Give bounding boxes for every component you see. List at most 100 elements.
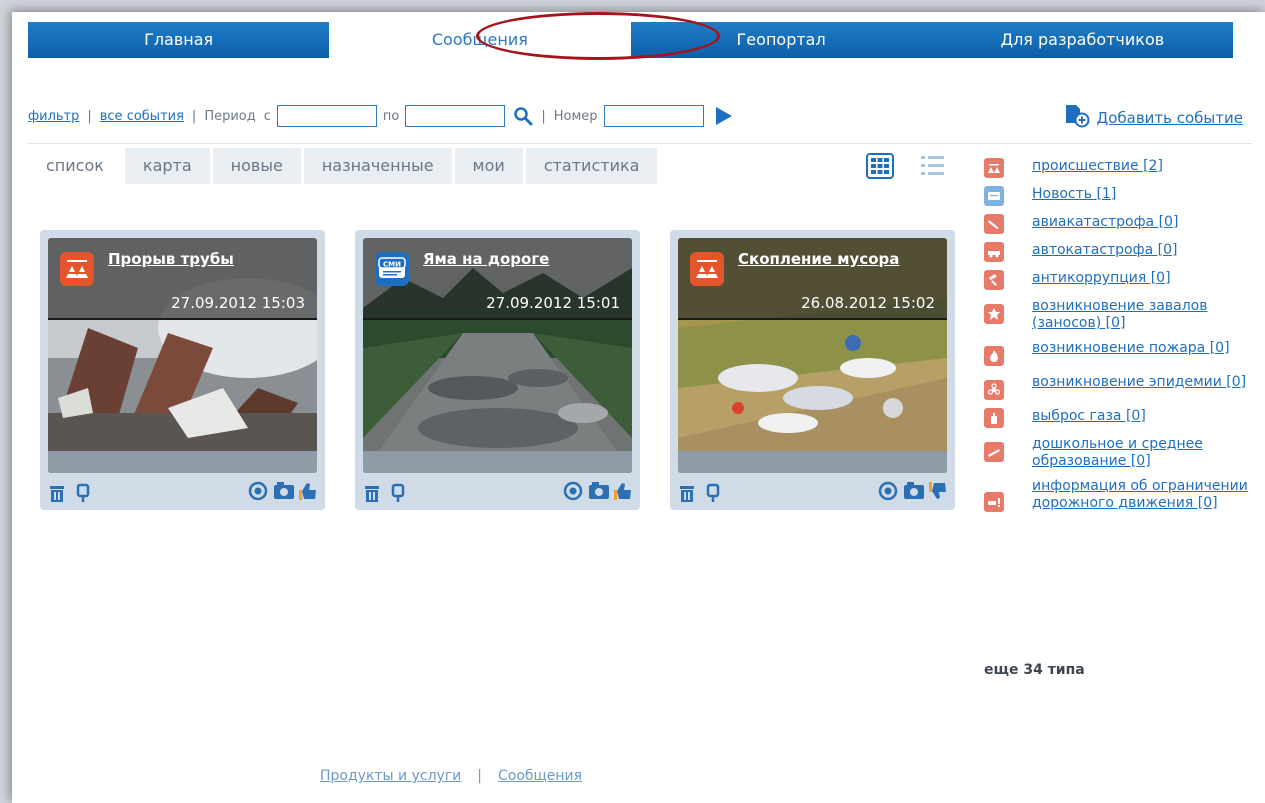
search-icon[interactable] — [513, 106, 533, 126]
card-date: 26.08.2012 15:02 — [801, 294, 935, 312]
category-link[interactable]: возникновение пожара [0] — [1032, 340, 1230, 357]
card-actions-left — [676, 482, 724, 504]
caption-divider — [678, 318, 947, 320]
tab-list[interactable]: список — [28, 148, 122, 184]
category-item[interactable]: автокатастрофа [0] — [984, 242, 1254, 262]
card-date: 27.09.2012 15:03 — [171, 294, 305, 312]
road-restriction-icon — [984, 492, 1004, 512]
add-event-link[interactable]: Добавить событие — [1096, 109, 1243, 127]
tab-new[interactable]: новые — [212, 148, 301, 184]
biohazard-icon — [984, 380, 1004, 400]
fire-icon — [984, 346, 1004, 366]
separator: | — [191, 108, 197, 124]
anticorruption-icon — [984, 270, 1004, 290]
category-item[interactable]: дошкольное и среднее образование [0] — [984, 436, 1254, 470]
category-link[interactable]: выброс газа [0] — [1032, 408, 1146, 425]
card-actions-right — [877, 480, 949, 502]
tab-mine[interactable]: мои — [454, 148, 523, 184]
education-icon — [984, 442, 1004, 462]
from-label: с — [263, 108, 271, 124]
go-arrow-icon[interactable] — [715, 107, 732, 125]
pin-icon[interactable] — [387, 482, 409, 504]
tab-assigned[interactable]: назначенные — [303, 148, 452, 184]
footer-products-link[interactable]: Продукты и услуги — [320, 768, 461, 784]
top-navigation: Главная Сообщения Геопортал Для разработ… — [28, 22, 1233, 58]
category-item[interactable]: возникновение пожара [0] — [984, 340, 1254, 366]
watch-icon[interactable] — [247, 480, 269, 502]
pin-icon[interactable] — [72, 482, 94, 504]
list-view-icon[interactable] — [919, 153, 947, 179]
nav-geoportal[interactable]: Геопортал — [631, 22, 932, 58]
card-footer — [678, 451, 947, 473]
divider — [28, 143, 1253, 144]
card-actions-left — [361, 482, 409, 504]
tab-statistics[interactable]: статистика — [525, 148, 658, 184]
category-link[interactable]: Новость [1] — [1032, 186, 1116, 203]
all-events-link[interactable]: все события — [100, 109, 184, 124]
category-item[interactable]: выброс газа [0] — [984, 408, 1254, 428]
category-link[interactable]: возникновение завалов (заносов) [0] — [1032, 298, 1254, 332]
footer-messages-link[interactable]: Сообщения — [498, 768, 582, 784]
category-list: происшествие [2] Новость [1] авиакатастр… — [984, 158, 1254, 520]
watch-icon[interactable] — [877, 480, 899, 502]
category-link[interactable]: автокатастрофа [0] — [1032, 242, 1177, 259]
grid-view-icon[interactable] — [866, 153, 894, 179]
add-document-icon — [1064, 104, 1090, 132]
number-label: Номер — [553, 108, 598, 124]
watch-icon[interactable] — [562, 480, 584, 502]
gas-release-icon — [984, 408, 1004, 428]
card-title[interactable]: Прорыв трубы — [108, 250, 234, 268]
separator: | — [87, 108, 92, 124]
category-link[interactable]: информация об ограничении дорожного движ… — [1032, 478, 1254, 512]
camera-icon[interactable] — [587, 480, 609, 502]
category-item[interactable]: Новость [1] — [984, 186, 1254, 206]
category-link[interactable]: возникновение эпидемии [0] — [1032, 374, 1246, 391]
card-date: 27.09.2012 15:01 — [486, 294, 620, 312]
delete-icon[interactable] — [46, 482, 68, 504]
event-card[interactable]: Прорыв трубы 27.09.2012 15:03 — [40, 230, 325, 510]
category-link[interactable]: дошкольное и среднее образование [0] — [1032, 436, 1254, 470]
separator: | — [541, 108, 546, 124]
category-item[interactable]: информация об ограничении дорожного движ… — [984, 478, 1254, 512]
incident-icon — [690, 252, 724, 286]
card-actions-left — [46, 482, 94, 504]
event-card[interactable]: Скопление мусора 26.08.2012 15:02 — [670, 230, 955, 510]
tab-map[interactable]: карта — [124, 148, 210, 184]
category-item[interactable]: возникновение эпидемии [0] — [984, 374, 1254, 400]
card-image: Скопление мусора 26.08.2012 15:02 — [678, 238, 947, 473]
like-icon[interactable] — [612, 480, 634, 502]
period-to-input[interactable] — [405, 105, 506, 127]
filter-link[interactable]: фильтр — [28, 109, 79, 124]
card-image: СМИ Яма на дороге 27.09.2012 15:01 — [363, 238, 632, 473]
add-event[interactable]: Добавить событие — [1064, 104, 1243, 132]
category-link[interactable]: происшествие [2] — [1032, 158, 1163, 175]
category-link[interactable]: антикоррупция [0] — [1032, 270, 1171, 287]
category-item[interactable]: возникновение завалов (заносов) [0] — [984, 298, 1254, 332]
card-image: Прорыв трубы 27.09.2012 15:03 — [48, 238, 317, 473]
delete-icon[interactable] — [676, 482, 698, 504]
svg-text:СМИ: СМИ — [383, 261, 401, 269]
plane-crash-icon — [984, 214, 1004, 234]
number-input[interactable] — [603, 105, 704, 127]
card-title[interactable]: Скопление мусора — [738, 250, 899, 268]
caption-divider — [48, 318, 317, 320]
card-actions-right — [562, 480, 634, 502]
delete-icon[interactable] — [361, 482, 383, 504]
category-item[interactable]: авиакатастрофа [0] — [984, 214, 1254, 234]
category-link[interactable]: авиакатастрофа [0] — [1032, 214, 1178, 231]
nav-main[interactable]: Главная — [28, 22, 329, 58]
camera-icon[interactable] — [902, 480, 924, 502]
category-item[interactable]: антикоррупция [0] — [984, 270, 1254, 290]
period-from-input[interactable] — [276, 105, 377, 127]
card-title[interactable]: Яма на дороге — [423, 250, 549, 268]
category-item[interactable]: происшествие [2] — [984, 158, 1254, 178]
nav-messages[interactable]: Сообщения — [329, 22, 631, 58]
event-card[interactable]: СМИ Яма на дороге 27.09.2012 15:01 — [355, 230, 640, 510]
news-icon: СМИ — [375, 252, 409, 286]
camera-icon[interactable] — [272, 480, 294, 502]
dislike-icon[interactable] — [927, 480, 949, 502]
nav-developers[interactable]: Для разработчиков — [932, 22, 1233, 58]
pin-icon[interactable] — [702, 482, 724, 504]
like-icon[interactable] — [297, 480, 319, 502]
news-icon — [984, 186, 1004, 206]
